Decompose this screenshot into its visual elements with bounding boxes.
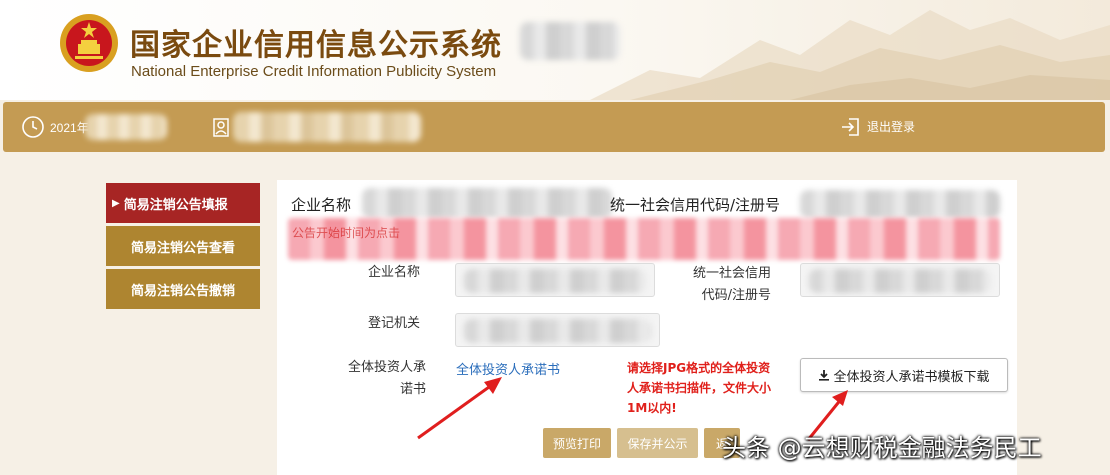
redacted-region-name: [520, 22, 620, 60]
form-registration-authority-label: 登记机关: [368, 316, 421, 331]
clock-icon: [22, 116, 44, 138]
form-investor-commitment-label-line1: 全体投资人承: [347, 360, 426, 375]
mountain-landscape-decoration: [590, 10, 1110, 100]
form-company-name-label: 企业名称: [368, 265, 421, 280]
sidebar-item-revoke-notice[interactable]: 简易注销公告撤销: [106, 269, 260, 309]
download-template-button[interactable]: 全体投资人承诺书模板下载: [800, 358, 1008, 392]
redacted-value: [464, 269, 646, 293]
investor-commitment-file-link[interactable]: 全体投资人承诺书: [456, 359, 560, 378]
upload-format-hint: 请选择JPG格式的全体投资人承诺书扫描件，文件大小1M以内!: [627, 361, 772, 415]
form-investor-commitment-label: 全体投资人承 诺书: [338, 357, 426, 401]
form-credit-code-label-line1: 统一社会信用: [692, 266, 771, 281]
site-title-en: National Enterprise Credit Information P…: [131, 63, 497, 80]
sidebar-item-fill-notice[interactable]: ▶ 简易注销公告填报: [106, 183, 260, 223]
preview-print-button[interactable]: 预览打印: [543, 428, 611, 458]
site-header: 国家企业信用信息公示系统 National Enterprise Credit …: [0, 0, 1110, 100]
user-badge-icon: [213, 118, 229, 137]
sidebar-item-label: 简易注销公告撤销: [130, 283, 235, 299]
redacted-company-name: [362, 188, 612, 218]
notice-text: 公告开始时间为点击: [292, 226, 401, 240]
company-name-field[interactable]: [455, 263, 655, 297]
form-credit-code-label: 统一社会信用 代码/注册号: [686, 263, 771, 307]
save-publish-button[interactable]: 保存并公示: [617, 428, 698, 458]
redacted-value: [809, 269, 991, 293]
redacted-value: [464, 319, 651, 343]
redacted-date: [85, 114, 167, 140]
sidebar-item-label: 简易注销公告填报: [123, 197, 228, 213]
credit-code-field[interactable]: [800, 263, 1000, 297]
redacted-credit-code: [800, 190, 1000, 218]
download-icon: [819, 370, 830, 381]
watermark: 头条 @云想财税金融法务民工: [722, 434, 1042, 462]
redacted-user-info: [233, 112, 421, 142]
sidebar-nav: ▶ 简易注销公告填报 简易注销公告查看 简易注销公告撤销: [106, 183, 260, 312]
registration-authority-field[interactable]: [455, 313, 660, 347]
logout-icon[interactable]: [839, 115, 863, 139]
sidebar-item-label: 简易注销公告查看: [130, 240, 235, 256]
site-title-cn: 国家企业信用信息公示系统: [130, 28, 502, 63]
form-investor-commitment-label-line2: 诺书: [399, 382, 426, 397]
top-toolbar: 2021年 退出登录: [3, 102, 1105, 152]
logout-link[interactable]: 退出登录: [867, 118, 915, 135]
download-template-label: 全体投资人承诺书模板下载: [833, 369, 990, 385]
company-name-heading: 企业名称: [291, 196, 352, 214]
caret-right-icon: ▶: [112, 197, 120, 209]
national-emblem-icon: [60, 14, 118, 72]
current-date: 2021年: [50, 121, 89, 135]
sidebar-item-view-notice[interactable]: 简易注销公告查看: [106, 226, 260, 266]
form-credit-code-label-line2: 代码/注册号: [701, 288, 771, 303]
credit-code-heading: 统一社会信用代码/注册号: [610, 196, 781, 214]
